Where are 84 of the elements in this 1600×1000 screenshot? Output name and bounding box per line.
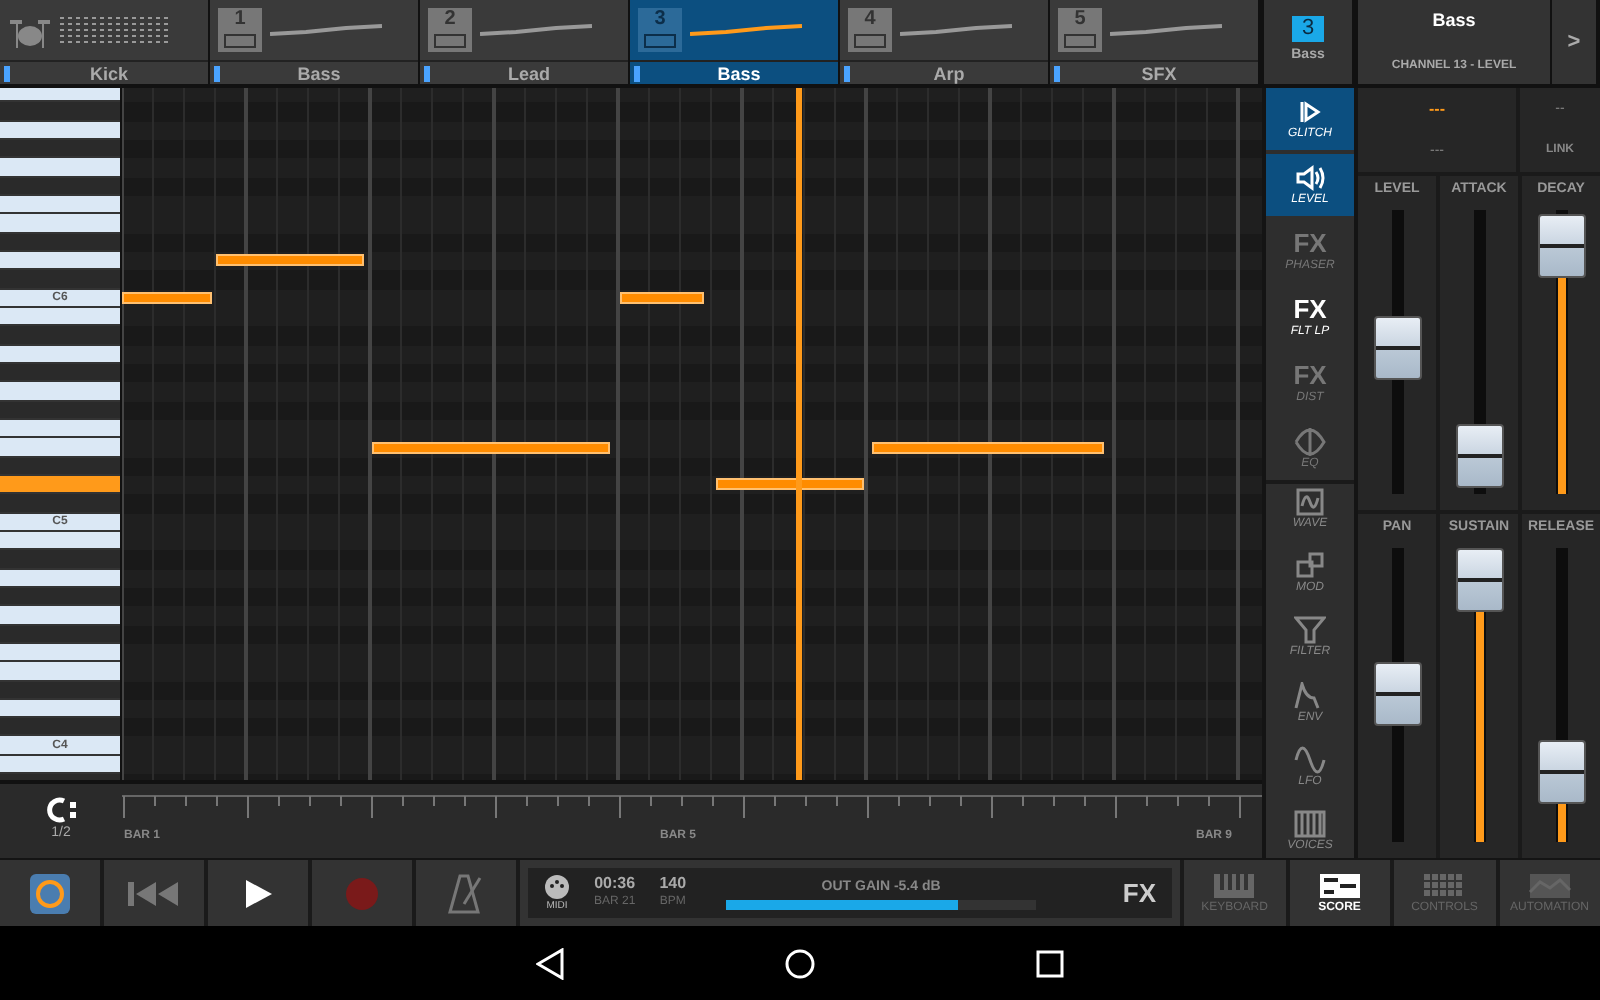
piano-key[interactable] — [0, 214, 120, 234]
sine-wave-icon — [1294, 745, 1326, 774]
snap-icon — [45, 796, 77, 825]
value-reading: --- — [1429, 97, 1445, 122]
piano-key[interactable] — [0, 718, 120, 737]
song-time: 00:36 — [594, 874, 636, 894]
slider-fill — [1557, 803, 1565, 842]
channel-title: Bass — [1432, 8, 1476, 34]
note-block[interactable] — [122, 292, 212, 305]
pattern-preview-icon — [690, 24, 802, 36]
metronome-button[interactable] — [416, 860, 516, 926]
slider-thumb[interactable] — [1455, 547, 1503, 612]
track-level-icon — [844, 65, 850, 81]
line-graph-icon — [1523, 871, 1576, 899]
track-tab[interactable]: 2 Lead — [420, 0, 628, 84]
recents-icon — [1036, 949, 1064, 977]
track-tab[interactable]: 3 Bass — [630, 0, 838, 84]
instrument-number: 5 — [1058, 8, 1102, 52]
track-tab[interactable]: 1 Bass — [210, 0, 418, 84]
instrument-number: 3 — [638, 8, 682, 52]
track-number-display: 3 — [1291, 16, 1325, 43]
track-level-icon — [424, 65, 430, 81]
slider-thumb[interactable] — [1373, 662, 1421, 727]
note-block[interactable] — [216, 254, 364, 267]
instrument-number: 2 — [428, 8, 472, 52]
back-icon — [536, 947, 564, 979]
track-tab[interactable]: 5 SFX — [1050, 0, 1258, 84]
track-level-icon — [1054, 65, 1060, 81]
app-logo-icon — [28, 871, 72, 915]
instrument-number: 4 — [848, 8, 892, 52]
fx-glyph: FX — [1293, 295, 1327, 323]
track-name: Arp — [931, 61, 967, 85]
tempo-value: 140 — [659, 874, 687, 894]
track-level-icon — [214, 65, 220, 81]
fx-glyph: FX — [1293, 361, 1327, 389]
piano-key[interactable] — [0, 438, 120, 458]
funnel-icon — [1294, 616, 1326, 645]
equalizer-icon — [1294, 427, 1326, 455]
track-level-icon — [4, 65, 10, 81]
track-name: SFX — [1139, 61, 1179, 85]
pattern-preview-icon — [480, 24, 592, 36]
home-icon — [784, 947, 816, 979]
track-name: Lead — [505, 61, 552, 85]
pattern-preview-icon — [270, 24, 382, 36]
slider-thumb[interactable] — [1537, 739, 1585, 804]
recents-button[interactable] — [1036, 949, 1064, 977]
pattern-preview-icon — [1110, 24, 1222, 36]
skip-back-icon — [128, 879, 180, 907]
piano-keys-icon — [1294, 809, 1326, 838]
app-logo-button[interactable] — [0, 860, 100, 926]
note-block[interactable] — [620, 292, 704, 305]
note-block[interactable] — [716, 478, 864, 491]
instrument-number: 1 — [218, 8, 262, 52]
slider-thumb[interactable] — [1373, 316, 1421, 381]
track-name: Bass — [715, 61, 763, 85]
midi-connector-icon — [544, 874, 570, 900]
slider-thumb[interactable] — [1537, 214, 1585, 279]
record-icon — [346, 877, 378, 909]
home-button[interactable] — [784, 947, 816, 979]
track-name: Bass — [295, 61, 343, 85]
note-block[interactable] — [872, 441, 1104, 454]
play-icon — [244, 879, 272, 907]
note-block[interactable] — [372, 441, 610, 454]
fx-button[interactable]: FX — [1122, 873, 1156, 913]
back-button[interactable] — [536, 947, 564, 979]
piano-key[interactable] — [0, 158, 120, 178]
pattern-preview-icon — [60, 16, 172, 44]
speaker-icon — [1294, 163, 1326, 191]
waveform-icon — [1294, 488, 1326, 516]
pattern-preview-icon — [900, 24, 1012, 36]
track-name: Kick — [87, 61, 130, 85]
track-tab[interactable]: 4 Arp — [840, 0, 1048, 84]
play-button[interactable] — [208, 860, 308, 926]
fx-glyph: FX — [1293, 229, 1327, 257]
piano-key[interactable] — [0, 88, 120, 103]
modulation-icon — [1294, 552, 1326, 581]
metronome-icon — [448, 873, 484, 913]
slider-thumb[interactable] — [1455, 424, 1503, 489]
piano-key[interactable] — [0, 606, 120, 626]
piano-key[interactable] — [0, 382, 120, 402]
next-button[interactable]: > — [1552, 0, 1596, 84]
track-tab[interactable]: Kick — [0, 0, 208, 84]
piano-key[interactable] — [0, 662, 120, 681]
track-level-icon — [634, 65, 640, 81]
